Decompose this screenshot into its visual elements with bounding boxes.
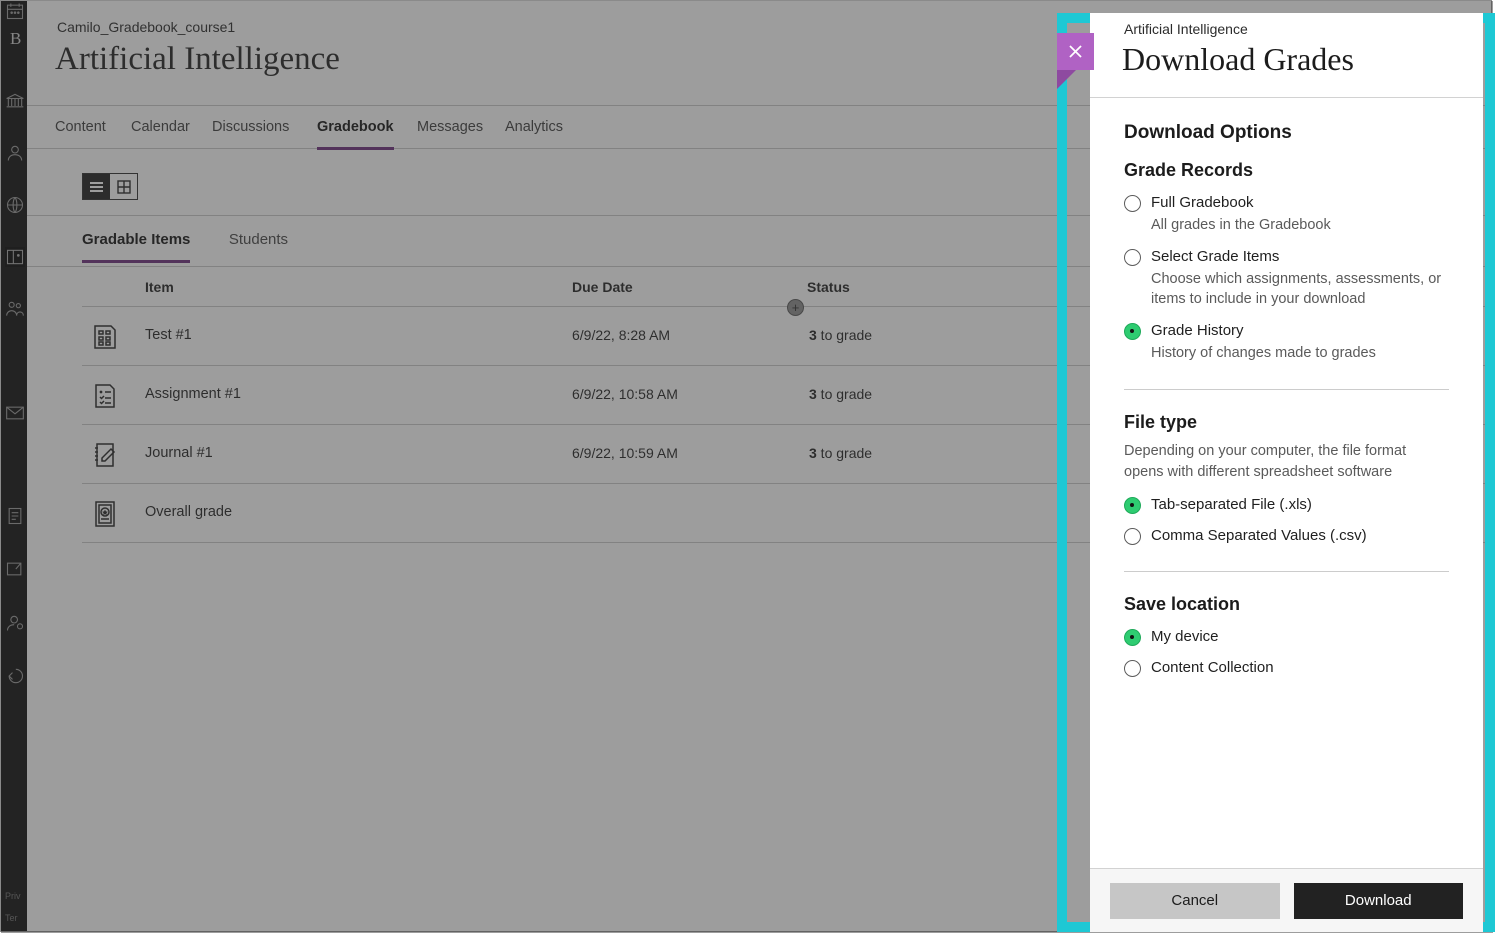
item-due-date: 6/9/22, 8:28 AM bbox=[572, 327, 670, 343]
panel-footer: Cancel Download bbox=[1090, 868, 1483, 932]
download-button[interactable]: Download bbox=[1294, 883, 1464, 919]
panel-title: Download Grades bbox=[1122, 41, 1354, 78]
tools-icon[interactable] bbox=[5, 559, 25, 579]
radio-csv[interactable]: Comma Separated Values (.csv) bbox=[1124, 527, 1449, 545]
cancel-button[interactable]: Cancel bbox=[1110, 883, 1280, 919]
radio-my-device[interactable]: My device bbox=[1124, 628, 1449, 646]
support-icon[interactable] bbox=[5, 613, 25, 633]
tab-messages[interactable]: Messages bbox=[417, 119, 483, 147]
radio-grade-history-label: Grade History bbox=[1151, 322, 1244, 339]
radio-full-gradebook[interactable]: Full Gradebook bbox=[1124, 194, 1449, 212]
profile-icon[interactable] bbox=[5, 143, 25, 163]
gradebook-subtabs: Gradable Items Students bbox=[82, 231, 322, 263]
assignment-icon bbox=[89, 380, 121, 412]
page-title: Artificial Intelligence bbox=[55, 41, 340, 78]
grid-view-button[interactable] bbox=[110, 174, 137, 199]
radio-select-grade-items-input[interactable] bbox=[1124, 249, 1141, 266]
list-view-button[interactable] bbox=[83, 174, 110, 199]
panel-eyebrow: Artificial Intelligence bbox=[1124, 21, 1248, 37]
status-count: 3 bbox=[809, 386, 817, 402]
panel-body: Download Options Grade Records Full Grad… bbox=[1090, 98, 1483, 868]
messages-icon[interactable] bbox=[5, 403, 25, 423]
radio-select-grade-items-desc: Choose which assignments, assessments, o… bbox=[1151, 269, 1449, 309]
view-toggle-group[interactable] bbox=[82, 173, 138, 200]
radio-csv-input[interactable] bbox=[1124, 528, 1141, 545]
radio-my-device-label: My device bbox=[1151, 628, 1219, 645]
radio-tab-separated[interactable]: Tab-separated File (.xls) bbox=[1124, 496, 1449, 514]
tab-gradebook[interactable]: Gradebook bbox=[317, 119, 394, 150]
section-divider-save-location bbox=[1124, 571, 1449, 572]
status-count: 3 bbox=[809, 327, 817, 343]
radio-full-gradebook-desc: All grades in the Gradebook bbox=[1151, 215, 1449, 235]
radio-grade-history-input[interactable] bbox=[1124, 323, 1141, 340]
overall-grade-icon bbox=[89, 498, 121, 530]
status-text: to grade bbox=[817, 386, 872, 402]
close-button-tail bbox=[1057, 70, 1076, 89]
radio-content-collection-input[interactable] bbox=[1124, 660, 1141, 677]
grades-icon[interactable] bbox=[5, 506, 25, 526]
signout-icon[interactable] bbox=[5, 666, 25, 686]
journal-icon bbox=[89, 439, 121, 471]
close-icon[interactable] bbox=[1057, 33, 1094, 70]
tab-calendar[interactable]: Calendar bbox=[131, 119, 190, 147]
column-header-item: Item bbox=[145, 279, 174, 295]
item-status: 3 to grade bbox=[809, 386, 872, 402]
grade-records-heading: Grade Records bbox=[1124, 160, 1449, 181]
tab-content[interactable]: Content bbox=[55, 119, 106, 147]
test-icon bbox=[89, 321, 121, 353]
section-divider-file-type bbox=[1124, 389, 1449, 390]
subtab-students[interactable]: Students bbox=[229, 231, 288, 260]
groups-icon[interactable] bbox=[5, 299, 25, 319]
item-due-date: 6/9/22, 10:59 AM bbox=[572, 445, 678, 461]
download-grades-panel: Artificial Intelligence Download Grades … bbox=[1090, 13, 1483, 932]
radio-content-collection-label: Content Collection bbox=[1151, 659, 1274, 676]
radio-tab-separated-label: Tab-separated File (.xls) bbox=[1151, 496, 1312, 513]
globe-icon[interactable] bbox=[5, 195, 25, 215]
tab-discussions[interactable]: Discussions bbox=[212, 119, 289, 147]
global-navigation-sidebar[interactable]: B bbox=[1, 1, 27, 931]
radio-csv-label: Comma Separated Values (.csv) bbox=[1151, 527, 1367, 544]
privacy-link[interactable]: Priv bbox=[5, 891, 21, 901]
item-status: 3 to grade bbox=[809, 445, 872, 461]
file-type-description: Depending on your computer, the file for… bbox=[1124, 441, 1449, 483]
download-options-heading: Download Options bbox=[1124, 122, 1449, 144]
tab-analytics[interactable]: Analytics bbox=[505, 119, 563, 147]
radio-full-gradebook-label: Full Gradebook bbox=[1151, 194, 1254, 211]
screen: B bbox=[0, 0, 1510, 940]
panel-header: Artificial Intelligence Download Grades bbox=[1090, 13, 1483, 98]
column-header-status: Status bbox=[807, 279, 850, 295]
calendar-icon[interactable] bbox=[5, 1, 25, 21]
terms-link[interactable]: Ter bbox=[5, 913, 18, 923]
radio-content-collection[interactable]: Content Collection bbox=[1124, 659, 1449, 677]
courses-icon[interactable] bbox=[5, 247, 25, 267]
item-name: Test #1 bbox=[145, 327, 192, 343]
status-text: to grade bbox=[817, 327, 872, 343]
radio-grade-history[interactable]: Grade History bbox=[1124, 322, 1449, 340]
radio-my-device-input[interactable] bbox=[1124, 629, 1141, 646]
status-count: 3 bbox=[809, 445, 817, 461]
status-text: to grade bbox=[817, 445, 872, 461]
file-type-heading: File type bbox=[1124, 412, 1449, 433]
radio-select-grade-items-label: Select Grade Items bbox=[1151, 248, 1279, 265]
institution-icon[interactable] bbox=[5, 91, 25, 111]
radio-select-grade-items[interactable]: Select Grade Items bbox=[1124, 248, 1449, 266]
save-location-heading: Save location bbox=[1124, 594, 1449, 615]
breadcrumb: Camilo_Gradebook_course1 bbox=[57, 19, 235, 35]
radio-grade-history-desc: History of changes made to grades bbox=[1151, 343, 1449, 363]
item-name: Overall grade bbox=[145, 504, 232, 520]
subtab-gradable-items[interactable]: Gradable Items bbox=[82, 231, 190, 263]
brand-logo: B bbox=[10, 29, 21, 49]
item-name: Journal #1 bbox=[145, 445, 213, 461]
item-name: Assignment #1 bbox=[145, 386, 241, 402]
column-header-due-date: Due Date bbox=[572, 279, 633, 295]
radio-tab-separated-input[interactable] bbox=[1124, 497, 1141, 514]
item-status: 3 to grade bbox=[809, 327, 872, 343]
radio-full-gradebook-input[interactable] bbox=[1124, 195, 1141, 212]
item-due-date: 6/9/22, 10:58 AM bbox=[572, 386, 678, 402]
